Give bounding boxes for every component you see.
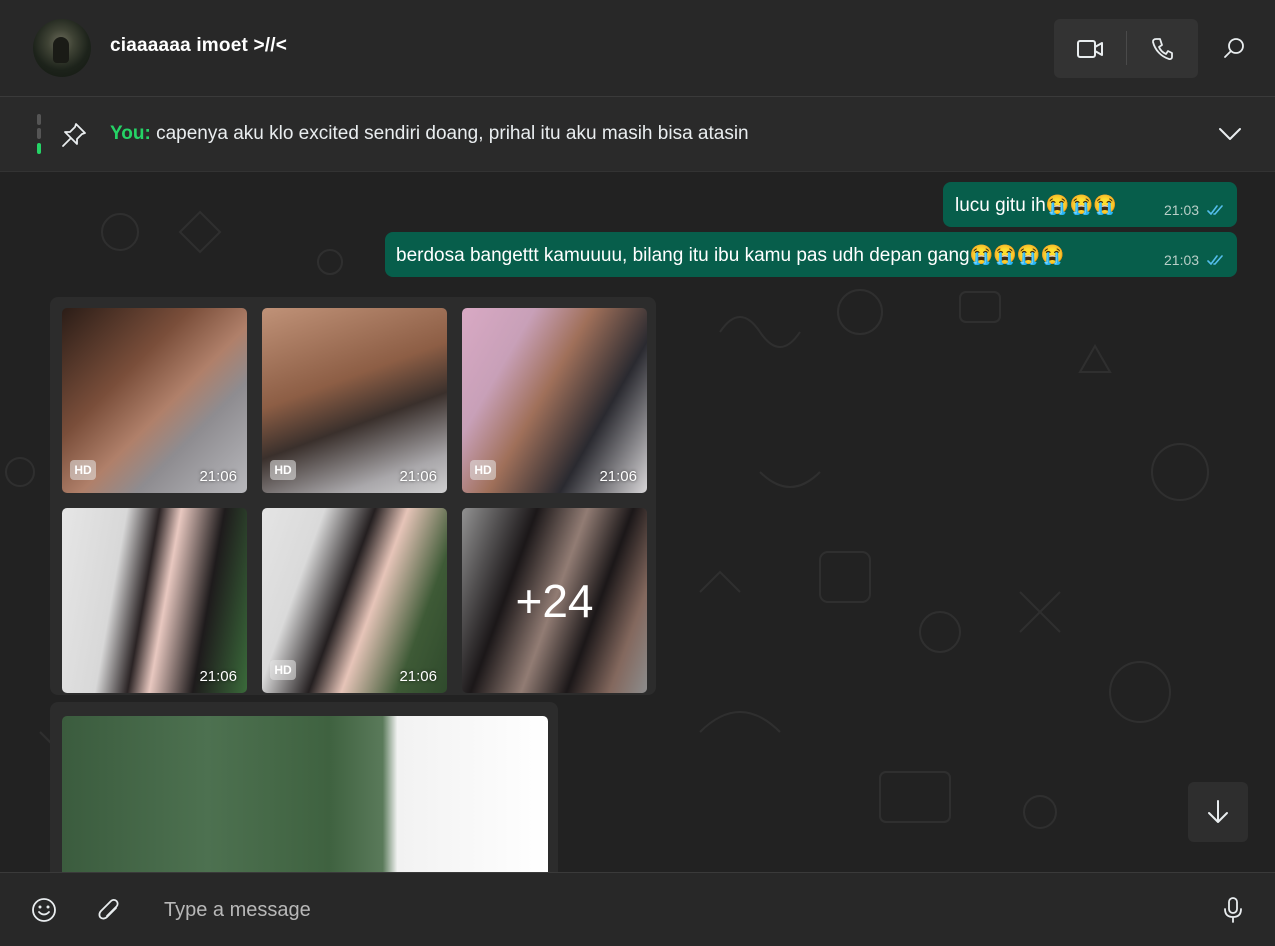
video-call-icon xyxy=(1077,39,1103,58)
chevron-down-icon[interactable] xyxy=(1216,123,1244,145)
message-input[interactable] xyxy=(150,887,1206,933)
message-composer xyxy=(0,872,1275,946)
outgoing-message[interactable]: lucu gitu ih😭😭😭 21:03 xyxy=(943,182,1237,227)
microphone-icon xyxy=(1224,897,1242,923)
photo-thumbnail[interactable]: HD 21:06 xyxy=(262,308,447,493)
double-check-icon xyxy=(1207,255,1223,265)
message-text: lucu gitu ih😭😭😭 xyxy=(955,195,1117,216)
photo-time: 21:06 xyxy=(199,668,237,685)
photo-thumbnail[interactable]: HD 21:06 xyxy=(462,308,647,493)
voice-call-button[interactable] xyxy=(1132,19,1192,78)
emoji-icon xyxy=(32,898,56,922)
media-album-message: HD 21:06 HD 21:06 HD 21:06 21:06 HD 21:0… xyxy=(50,297,656,695)
contact-name[interactable]: ciaaaaaa imoet >//< xyxy=(110,35,287,57)
pinned-body: capenya aku klo excited sendiri doang, p… xyxy=(156,123,749,144)
image-message xyxy=(50,702,558,872)
hd-badge: HD xyxy=(270,660,296,680)
voice-call-icon xyxy=(1152,37,1173,60)
photo-thumbnail[interactable]: HD 21:06 xyxy=(262,508,447,693)
pinned-message-bar[interactable]: You: capenya aku klo excited sendiri doa… xyxy=(0,97,1275,172)
whatsapp-chat-window: ciaaaaaa imoet >//< You: capenya aku klo… xyxy=(0,0,1275,946)
message-time: 21:03 xyxy=(1164,202,1200,218)
photo-thumbnail[interactable]: 21:06 xyxy=(62,508,247,693)
scroll-to-bottom-button[interactable] xyxy=(1188,782,1248,842)
emoji-button[interactable] xyxy=(27,893,61,927)
photo-thumbnail[interactable]: HD 21:06 xyxy=(62,308,247,493)
voice-message-button[interactable] xyxy=(1216,893,1250,927)
pinned-indicator xyxy=(37,114,41,154)
image-preview[interactable] xyxy=(62,716,548,872)
photo-time: 21:06 xyxy=(399,668,437,685)
more-photos-thumbnail[interactable]: +24 xyxy=(462,508,647,693)
pin-icon xyxy=(62,123,86,147)
message-text: berdosa bangettt kamuuuu, bilang itu ibu… xyxy=(396,245,1065,266)
message-time: 21:03 xyxy=(1164,252,1200,268)
pinned-sender: You: xyxy=(110,123,151,144)
photo-time: 21:06 xyxy=(599,468,637,485)
hd-badge: HD xyxy=(270,460,296,480)
photo-time: 21:06 xyxy=(199,468,237,485)
photo-time: 21:06 xyxy=(399,468,437,485)
hd-badge: HD xyxy=(470,460,496,480)
search-button[interactable] xyxy=(1212,28,1256,68)
paperclip-icon xyxy=(98,898,119,920)
contact-avatar[interactable] xyxy=(33,19,91,77)
more-photos-count: +24 xyxy=(462,508,647,693)
attach-button[interactable] xyxy=(92,893,126,927)
outgoing-message[interactable]: berdosa bangettt kamuuuu, bilang itu ibu… xyxy=(385,232,1237,277)
hd-badge: HD xyxy=(70,460,96,480)
message-list[interactable]: lucu gitu ih😭😭😭 21:03 berdosa bangettt k… xyxy=(0,172,1275,872)
pinned-message-text: You: capenya aku klo excited sendiri doa… xyxy=(110,123,749,145)
chat-header: ciaaaaaa imoet >//< xyxy=(0,0,1275,97)
search-icon xyxy=(1224,38,1244,58)
video-call-button[interactable] xyxy=(1060,19,1120,78)
double-check-icon xyxy=(1207,205,1223,215)
arrow-down-icon xyxy=(1208,800,1228,823)
call-divider xyxy=(1126,31,1127,65)
call-button-group xyxy=(1054,19,1198,78)
